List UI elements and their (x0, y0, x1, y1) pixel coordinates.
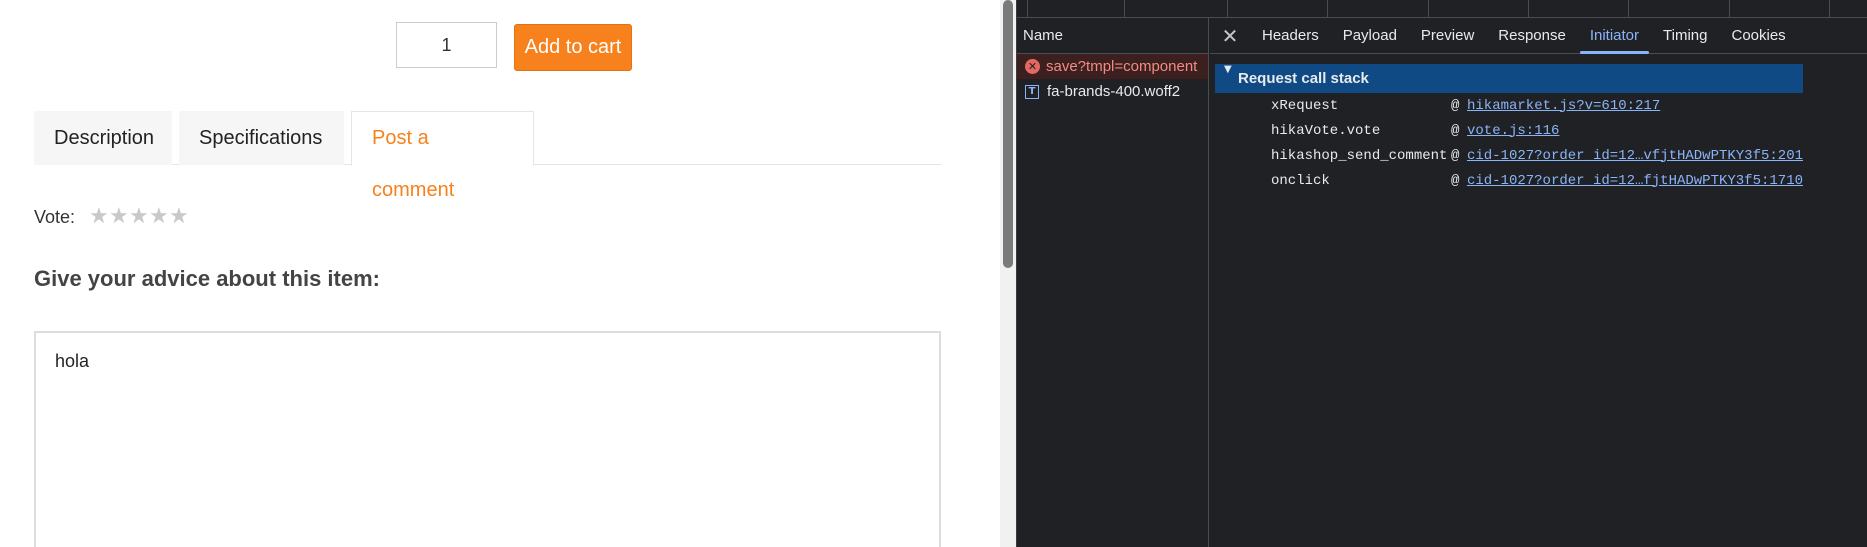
stack-frame: hikaVote.vote @ vote.js:116 (1215, 118, 1803, 143)
star-rating[interactable]: ★ ★ ★ ★ ★ (89, 206, 189, 228)
frame-location-link[interactable]: cid-1027?order_id=12…vfjtHADwPTKY3f5:201 (1467, 148, 1803, 164)
frame-location-link[interactable]: vote.js:116 (1467, 123, 1559, 139)
tab-payload[interactable]: Payload (1331, 18, 1409, 54)
star-icon[interactable]: ★ (89, 206, 109, 228)
request-call-stack: ▼ Request call stack xRequest @ hikamark… (1215, 64, 1803, 193)
call-stack-title: Request call stack (1238, 70, 1369, 87)
request-detail: ✕ Headers Payload Preview Response Initi… (1210, 18, 1867, 547)
error-icon: ✕ (1025, 59, 1040, 74)
frame-at: @ (1451, 122, 1460, 139)
frame-location-link[interactable]: cid-1027?order_id=12…fjtHADwPTKY3f5:1710 (1467, 173, 1803, 189)
vote-row: Vote: ★ ★ ★ ★ ★ (34, 205, 189, 229)
star-icon[interactable]: ★ (129, 206, 149, 228)
frame-function: onclick (1271, 172, 1330, 189)
comment-heading: Give your advice about this item: (34, 266, 380, 291)
tab-cookies[interactable]: Cookies (1719, 18, 1797, 54)
tab-specifications[interactable]: Specifications (179, 111, 344, 165)
add-to-cart-button[interactable]: Add to cart (514, 24, 632, 71)
stack-frame: hikashop_send_comment @ cid-1027?order_i… (1215, 143, 1803, 168)
tab-description[interactable]: Description (34, 111, 172, 165)
page-scrollbar-thumb[interactable] (1003, 0, 1013, 268)
call-stack-header[interactable]: ▼ Request call stack (1215, 64, 1803, 93)
tab-timing[interactable]: Timing (1651, 18, 1719, 54)
comment-textarea[interactable]: hola ◢ (34, 331, 941, 547)
web-page: 1 Add to cart Description Specifications… (0, 0, 1000, 547)
expand-triangle-icon: ▼ (1224, 64, 1232, 75)
star-icon[interactable]: ★ (149, 206, 169, 228)
name-column-header[interactable]: Name (1017, 18, 1208, 54)
frame-at: @ (1450, 172, 1460, 189)
request-list: Name ✕ save?tmpl=component T fa-brands-4… (1017, 18, 1209, 547)
waterfall-overview (1017, 0, 1867, 18)
stack-frame: onclick @ cid-1027?order_id=12…fjtHADwPT… (1215, 168, 1803, 193)
product-tabs: Description Specifications Post a commen… (34, 111, 941, 201)
request-name: fa-brands-400.woff2 (1047, 83, 1181, 100)
frame-at: @ (1451, 97, 1460, 114)
detail-tabs: ✕ Headers Payload Preview Response Initi… (1210, 18, 1867, 54)
tab-headers[interactable]: Headers (1250, 18, 1331, 54)
font-file-icon: T (1025, 84, 1039, 99)
page-scrollbar[interactable] (1000, 0, 1016, 547)
frame-function: xRequest (1271, 97, 1339, 114)
tab-preview[interactable]: Preview (1409, 18, 1486, 54)
comment-text: hola (55, 351, 90, 371)
quantity-input[interactable]: 1 (396, 22, 497, 68)
tab-response[interactable]: Response (1486, 18, 1578, 54)
star-icon[interactable]: ★ (109, 206, 129, 228)
devtools-panel: Name ✕ save?tmpl=component T fa-brands-4… (1016, 0, 1867, 547)
tab-initiator[interactable]: Initiator (1578, 18, 1651, 54)
request-name: save?tmpl=component (1046, 58, 1198, 75)
vote-label: Vote: (34, 206, 76, 227)
star-icon[interactable]: ★ (169, 206, 189, 228)
tab-post-comment[interactable]: Post a comment (351, 111, 534, 201)
request-row[interactable]: T fa-brands-400.woff2 (1017, 79, 1208, 104)
frame-function: hikaVote.vote (1271, 122, 1381, 139)
request-row[interactable]: ✕ save?tmpl=component (1017, 54, 1208, 79)
stack-frame: xRequest @ hikamarket.js?v=610:217 (1215, 93, 1803, 118)
frame-location-link[interactable]: hikamarket.js?v=610:217 (1467, 98, 1660, 114)
frame-function: hikashop_send_comment (1271, 147, 1448, 164)
frame-at: @ (1450, 147, 1460, 164)
close-icon[interactable]: ✕ (1210, 24, 1250, 48)
